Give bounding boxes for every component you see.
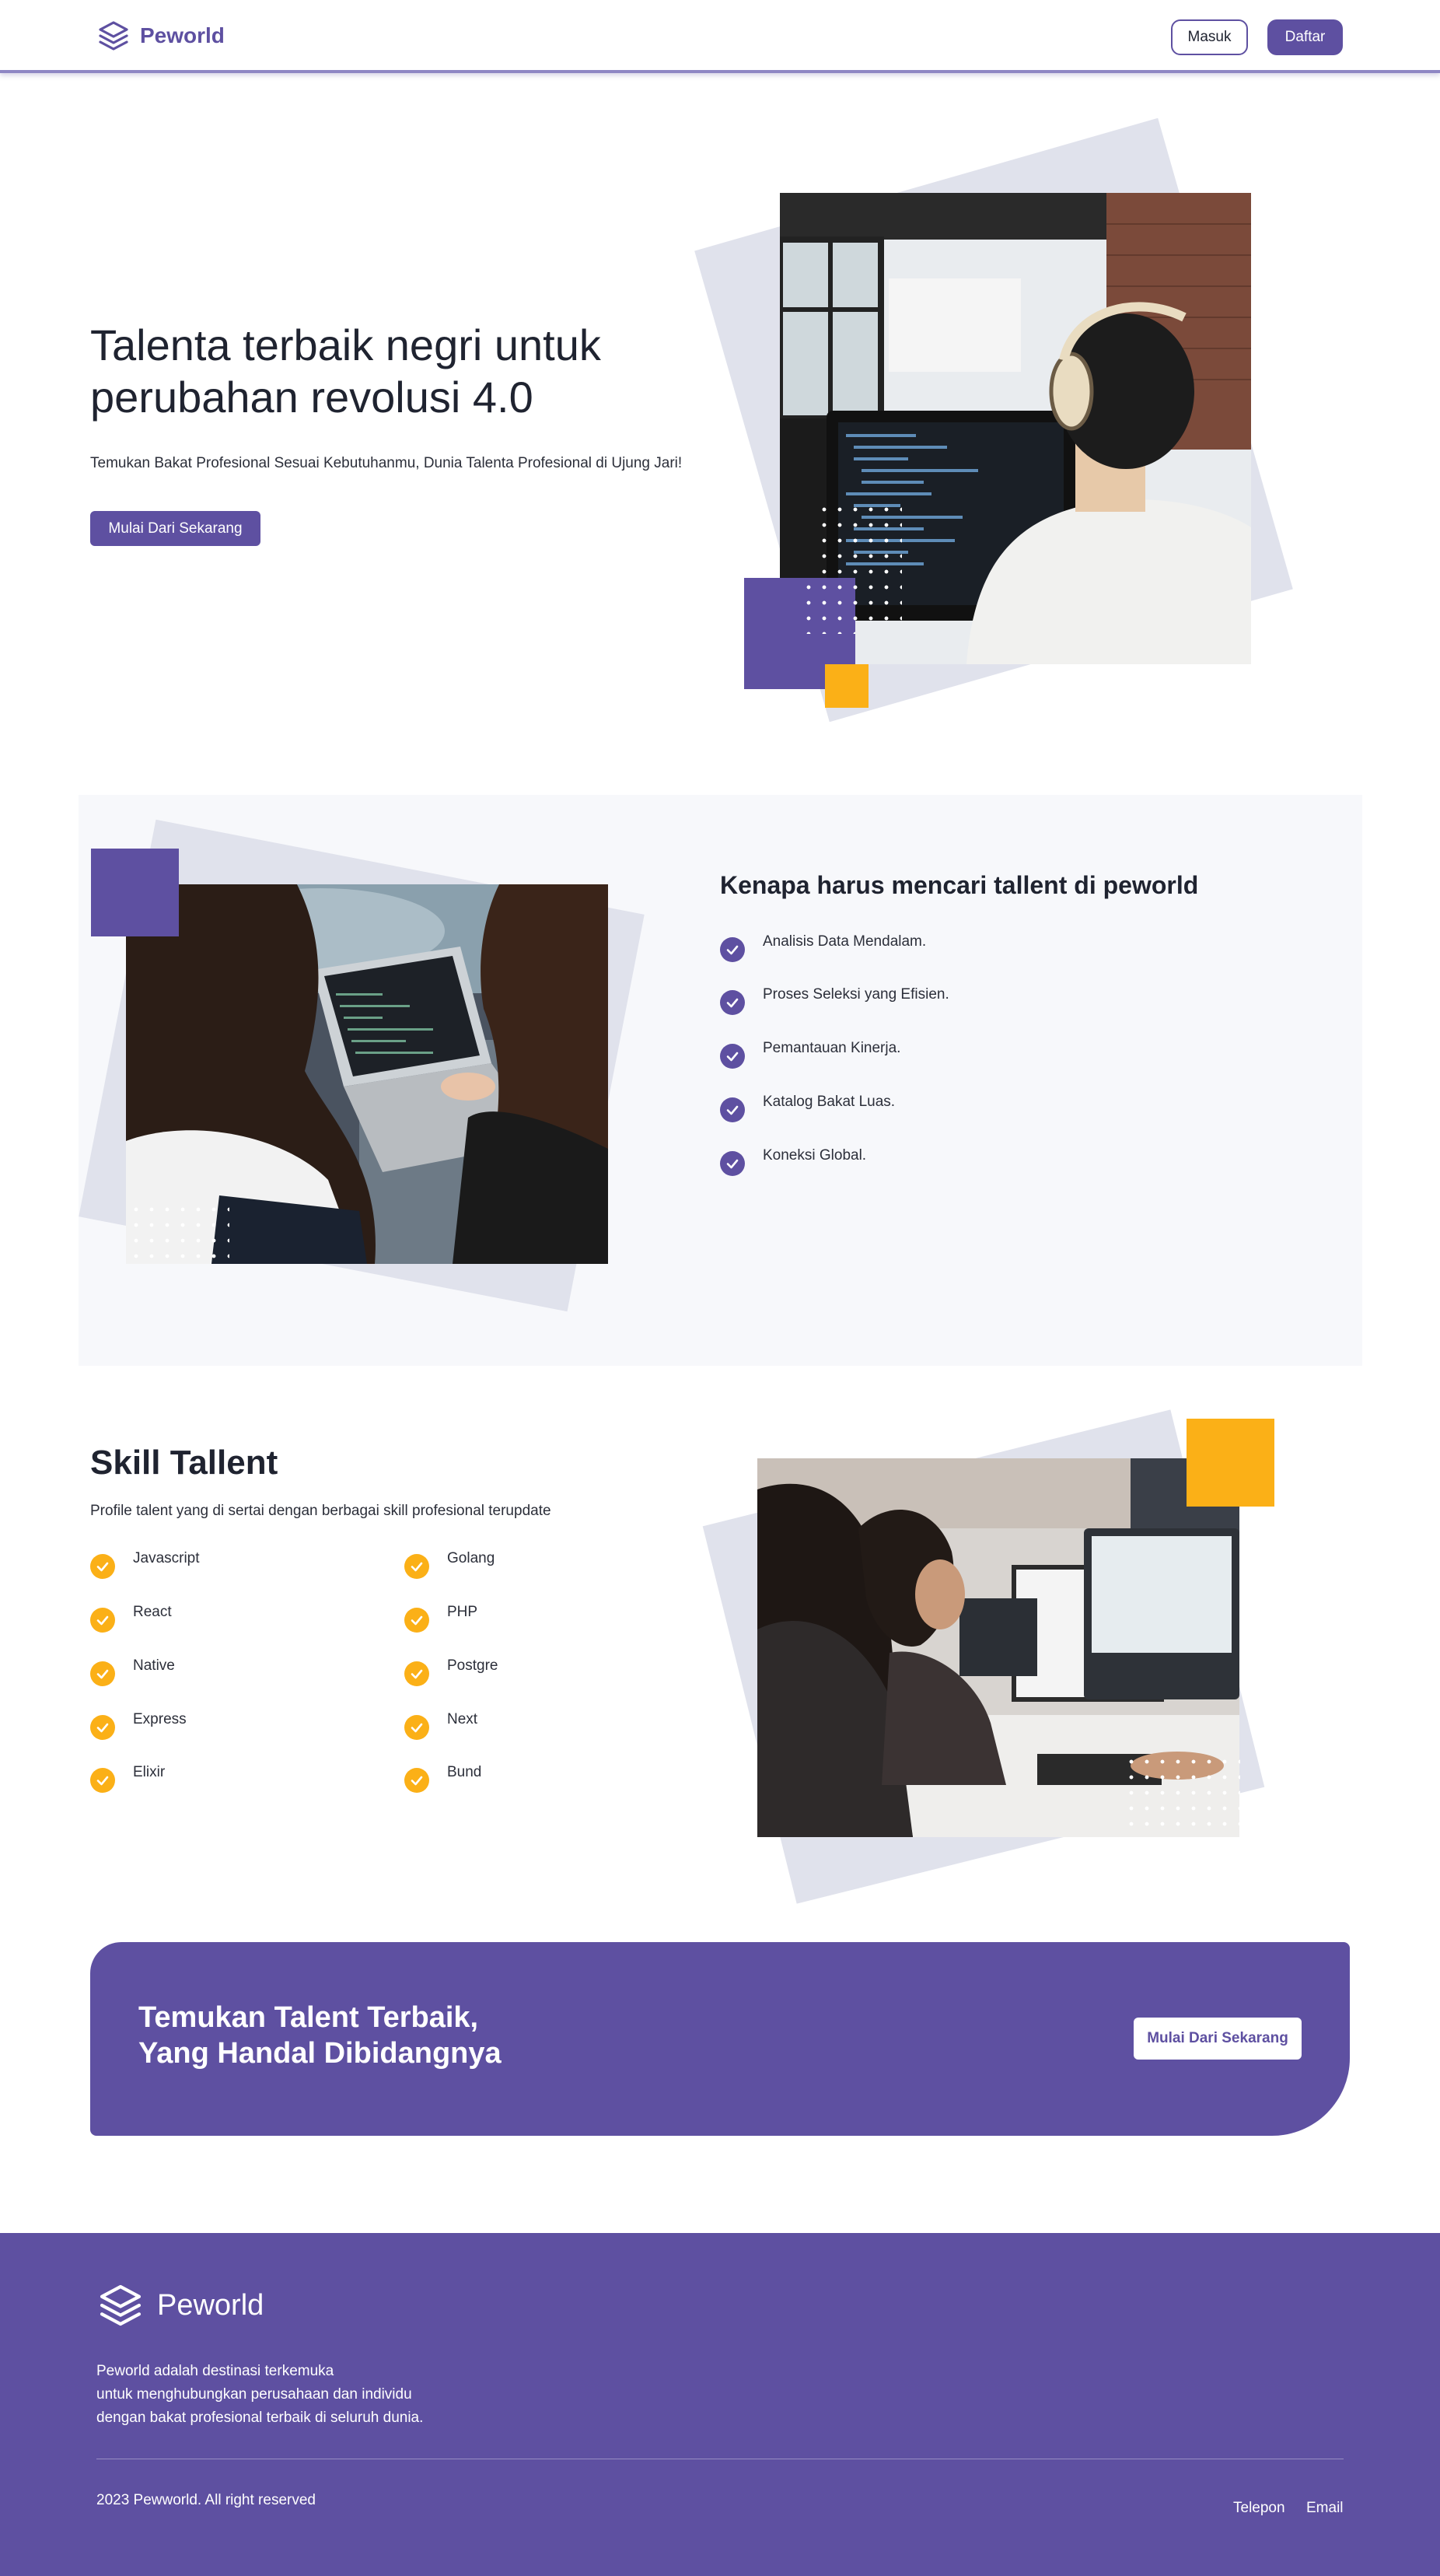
footer-brand-name: Peworld <box>157 2288 264 2322</box>
check-icon <box>404 1608 429 1633</box>
skill-title: Skill Tallent <box>90 1444 278 1482</box>
skill-item: PHP <box>447 1604 478 1620</box>
why-dots-pattern <box>128 1202 229 1264</box>
cta-band-button[interactable]: Mulai Dari Sekarang <box>1134 2018 1302 2060</box>
check-icon <box>404 1554 429 1579</box>
check-icon <box>404 1768 429 1793</box>
hero-cta-button[interactable]: Mulai Dari Sekarang <box>90 511 260 546</box>
why-item: Koneksi Global. <box>763 1147 867 1164</box>
skill-item: Express <box>133 1711 187 1727</box>
why-item: Proses Seleksi yang Efisien. <box>763 986 949 1003</box>
check-icon <box>90 1715 115 1740</box>
footer-brand[interactable]: Peworld <box>96 2281 264 2329</box>
login-button[interactable]: Masuk <box>1171 19 1248 55</box>
skill-item: Next <box>447 1711 478 1727</box>
footer-desc-line: dengan bakat profesional terbaik di selu… <box>96 2410 424 2426</box>
hero-title: Talenta terbaik negri untuk perubahan re… <box>90 320 601 422</box>
check-icon <box>90 1608 115 1633</box>
footer-copyright: 2023 Pewworld. All right reserved <box>96 2492 316 2508</box>
brand[interactable]: Peworld <box>96 19 225 53</box>
skill-subtitle: Profile talent yang di sertai dengan ber… <box>90 1503 551 1519</box>
skill-item: Bund <box>447 1764 482 1780</box>
hero-dots-pattern-2 <box>801 579 855 634</box>
cta-band-title: Temukan Talent Terbaik, Yang Handal Dibi… <box>138 2000 502 2071</box>
check-icon <box>720 1097 745 1122</box>
cta-band-title-line2: Yang Handal Dibidangnya <box>138 2037 502 2070</box>
brand-name: Peworld <box>140 23 225 47</box>
footer-desc-line: Peworld adalah destinasi terkemuka <box>96 2363 334 2379</box>
why-item: Katalog Bakat Luas. <box>763 1094 896 1110</box>
hero-subtitle: Temukan Bakat Profesional Sesuai Kebutuh… <box>90 455 683 471</box>
footer-description: Peworld adalah destinasi terkemuka untuk… <box>96 2360 470 2430</box>
skill-item: Javascript <box>133 1550 200 1566</box>
skill-item: Postgre <box>447 1657 498 1674</box>
layers-logo-icon <box>99 21 128 51</box>
cta-band-title-line1: Temukan Talent Terbaik, <box>138 2001 479 2034</box>
register-button[interactable]: Daftar <box>1267 19 1343 55</box>
footer-link-phone[interactable]: Telepon <box>1233 2500 1285 2517</box>
footer-desc-line: untuk menghubungkan perusahaan dan indiv… <box>96 2386 412 2403</box>
check-icon <box>90 1661 115 1686</box>
skill-item: React <box>133 1604 172 1620</box>
why-title: Kenapa harus mencari tallent di peworld <box>720 871 1199 899</box>
check-icon <box>720 990 745 1015</box>
navbar: Peworld Masuk Daftar <box>0 0 1440 73</box>
check-icon <box>90 1554 115 1579</box>
why-item: Pemantauan Kinerja. <box>763 1040 901 1056</box>
check-icon <box>90 1768 115 1793</box>
check-icon <box>404 1715 429 1740</box>
check-icon <box>720 1151 745 1176</box>
hero-yellow-square <box>825 664 869 708</box>
footer-link-email[interactable]: Email <box>1306 2500 1344 2517</box>
why-purple-square <box>91 849 179 936</box>
skill-item: Golang <box>447 1550 495 1566</box>
skill-item: Elixir <box>133 1764 166 1780</box>
skill-dots-pattern <box>1124 1754 1240 1836</box>
check-icon <box>404 1661 429 1686</box>
skill-item: Native <box>133 1657 175 1674</box>
check-icon <box>720 1044 745 1069</box>
skill-yellow-square <box>1187 1419 1274 1507</box>
why-item: Analisis Data Mendalam. <box>763 933 927 950</box>
layers-logo-icon <box>100 2284 142 2326</box>
check-icon <box>720 937 745 962</box>
